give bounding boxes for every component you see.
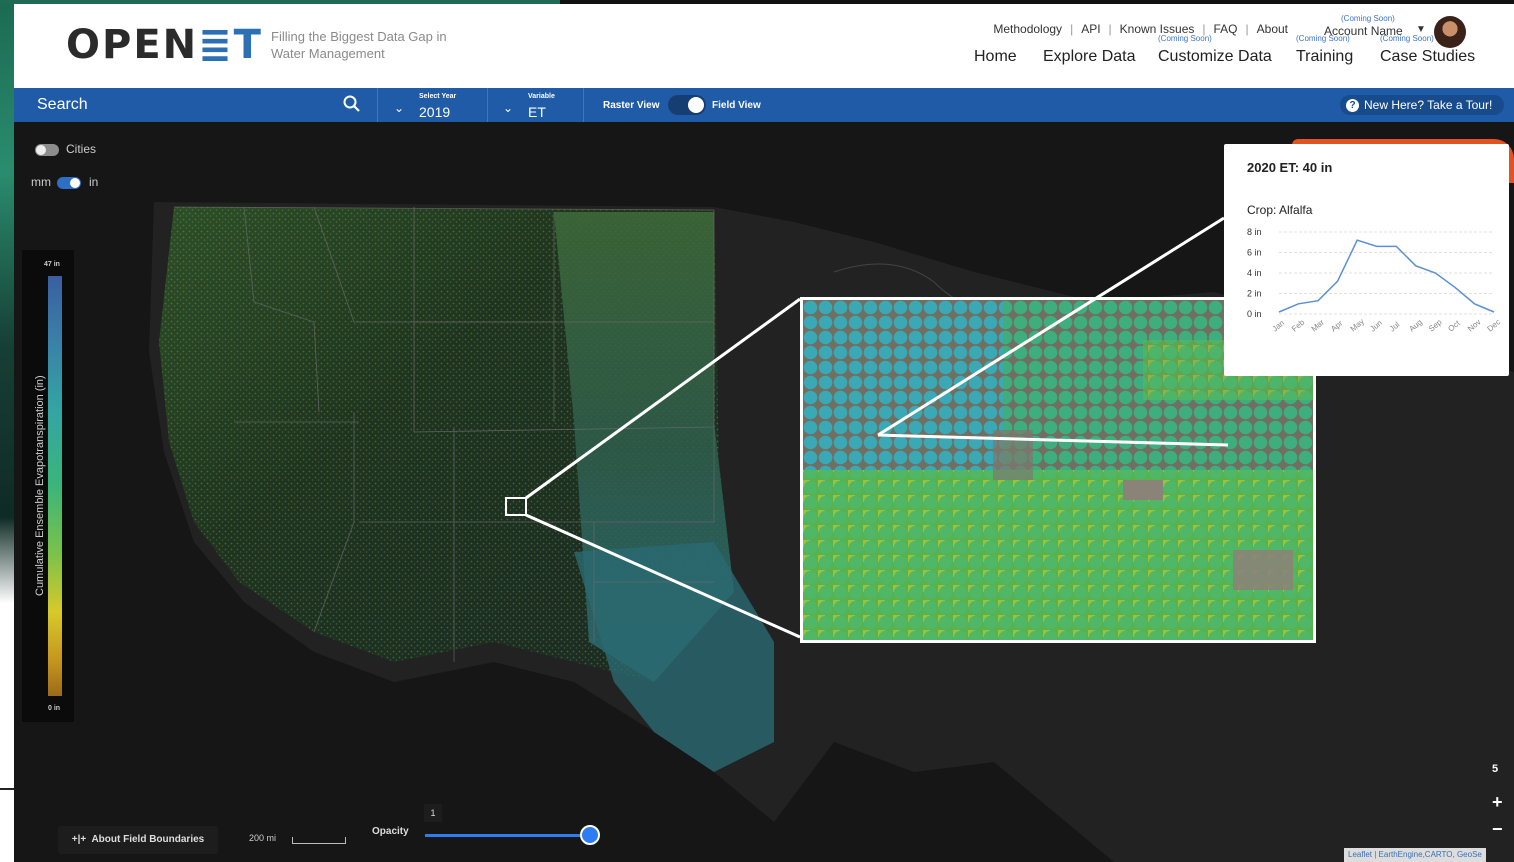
legend: 47 in 0 in Cumulative Ensemble Evapotran… bbox=[22, 250, 74, 722]
et-line-chart: 0 in2 in4 in6 in8 in Jan Feb Mar Apr May Jun J… bbox=[1247, 227, 1503, 334]
popup-crop: Crop: Alfalfa bbox=[1247, 203, 1313, 217]
top-link-methodology[interactable]: Methodology bbox=[993, 22, 1062, 36]
nav-home[interactable]: Home bbox=[974, 48, 1017, 66]
y-tick-label: 6 in bbox=[1247, 248, 1262, 258]
map-attribution[interactable]: Leaflet | EarthEngine,CARTO, GeoSe bbox=[1344, 848, 1486, 862]
account-coming-soon: (Coming Soon) bbox=[1341, 14, 1395, 23]
scale-label: 200 mi bbox=[249, 833, 277, 843]
nav-label: Training bbox=[1296, 48, 1354, 65]
variable-value: ET bbox=[528, 104, 546, 120]
about-field-boundaries-button[interactable]: +|+ About Field Boundaries bbox=[58, 826, 218, 854]
nav-label: Case Studies bbox=[1380, 48, 1476, 65]
field-view-label[interactable]: Field View bbox=[712, 100, 761, 111]
y-axis: 0 in 2 in 4 in 6 in 8 in bbox=[1247, 227, 1262, 319]
scale-bar bbox=[292, 837, 346, 844]
x-tick-label: Apr bbox=[1329, 318, 1345, 333]
map-toolbar: Search ⌄ Select Year 2019 ⌄ Variable ET … bbox=[14, 88, 1514, 122]
top-link-about[interactable]: About bbox=[1257, 22, 1288, 36]
nav-label: Home bbox=[974, 48, 1017, 65]
y-tick-label: 2 in bbox=[1247, 289, 1262, 299]
legend-colorbar bbox=[48, 276, 62, 696]
top-links: Methodology | API | Known Issues | FAQ | Abo… bbox=[993, 22, 1288, 36]
background-strip bbox=[0, 0, 14, 862]
nav-label: Customize Data bbox=[1158, 48, 1272, 65]
nav-label: Explore Data bbox=[1043, 48, 1136, 65]
nav-customize-data[interactable]: (Coming Soon) Customize Data bbox=[1158, 34, 1272, 66]
series-line bbox=[1278, 239, 1495, 313]
divider bbox=[487, 88, 488, 122]
legend-min: 0 in bbox=[48, 705, 61, 712]
x-axis: Jan Feb Mar Apr May Jun Jul Aug Sep Oct Nov Dec bbox=[1271, 317, 1503, 334]
x-tick-label: Jun bbox=[1368, 318, 1384, 333]
top-link-api[interactable]: API bbox=[1081, 22, 1100, 36]
opacity-label: Opacity bbox=[372, 826, 409, 837]
opacity-slider-track[interactable] bbox=[425, 834, 591, 837]
site-header: OPEN≣T Filling the Biggest Data Gap in W… bbox=[14, 4, 1514, 88]
field-popup: 2020 ET: 40 in Crop: Alfalfa 0 in 2 in 4 i… bbox=[1224, 144, 1509, 376]
split-icon: +|+ bbox=[71, 834, 87, 845]
tour-button[interactable]: ? New Here? Take a Tour! bbox=[1340, 95, 1505, 115]
y-tick-label: 4 in bbox=[1247, 268, 1262, 278]
variable-caption: Variable bbox=[528, 93, 555, 100]
coming-soon-badge: (Coming Soon) bbox=[1380, 34, 1434, 43]
x-tick-label: Mar bbox=[1310, 318, 1327, 334]
cities-label: Cities bbox=[66, 142, 97, 156]
zoom-level: 5 bbox=[1492, 763, 1499, 775]
y-tick-label: 0 in bbox=[1247, 309, 1262, 319]
opacity-slider-handle[interactable] bbox=[580, 825, 600, 845]
view-toggle[interactable] bbox=[668, 95, 706, 115]
raster-view-label[interactable]: Raster View bbox=[603, 100, 660, 111]
x-tick-label: Feb bbox=[1290, 317, 1307, 333]
x-tick-label: Nov bbox=[1466, 317, 1483, 333]
legend-title: Cumulative Ensemble Evapotranspiration (… bbox=[34, 375, 46, 596]
avatar[interactable] bbox=[1434, 16, 1466, 48]
opacity-value: 1 bbox=[424, 804, 442, 822]
zoom-out-button[interactable]: − bbox=[1492, 819, 1503, 840]
x-tick-label: Dec bbox=[1486, 317, 1503, 333]
y-tick-label: 8 in bbox=[1247, 227, 1262, 237]
x-tick-label: May bbox=[1349, 317, 1366, 334]
help-icon: ? bbox=[1346, 98, 1359, 112]
divider bbox=[0, 788, 14, 790]
about-fields-label: About Field Boundaries bbox=[91, 834, 205, 845]
nav-training[interactable]: (Coming Soon) Training bbox=[1296, 34, 1354, 66]
chevron-down-icon: ⌄ bbox=[503, 101, 514, 115]
unit-in-label: in bbox=[89, 175, 99, 189]
x-tick-label: Jul bbox=[1388, 320, 1402, 334]
unit-mm-label: mm bbox=[31, 175, 51, 189]
year-value: 2019 bbox=[419, 104, 451, 120]
search-icon[interactable] bbox=[342, 94, 362, 114]
coming-soon-badge: (Coming Soon) bbox=[1158, 34, 1212, 43]
legend-max: 47 in bbox=[44, 261, 60, 268]
tagline: Filling the Biggest Data Gap in Water Ma… bbox=[271, 29, 447, 61]
tour-label: New Here? Take a Tour! bbox=[1364, 98, 1493, 112]
openet-logo[interactable]: OPEN≣T bbox=[66, 22, 263, 68]
x-tick-label: Sep bbox=[1427, 317, 1444, 333]
map-canvas[interactable]: 2020 ET: 40 in Crop: Alfalfa 0 in 2 in 4 i… bbox=[14, 122, 1514, 862]
search-label[interactable]: Search bbox=[37, 96, 88, 114]
nav-case-studies[interactable]: (Coming Soon) Case Studies bbox=[1380, 34, 1476, 66]
popup-title: 2020 ET: 40 in bbox=[1247, 160, 1333, 175]
chevron-down-icon: ⌄ bbox=[394, 101, 405, 115]
year-caption: Select Year bbox=[419, 93, 457, 100]
x-tick-label: Oct bbox=[1446, 318, 1462, 333]
unit-toggle[interactable] bbox=[57, 177, 81, 189]
zoom-in-button[interactable]: + bbox=[1492, 792, 1503, 813]
nav-explore-data[interactable]: Explore Data bbox=[1043, 48, 1136, 66]
top-link-faq[interactable]: FAQ bbox=[1214, 22, 1238, 36]
x-tick-label: Jan bbox=[1271, 318, 1287, 333]
divider bbox=[377, 88, 378, 122]
divider bbox=[583, 88, 584, 122]
x-tick-label: Aug bbox=[1407, 317, 1424, 333]
cities-toggle[interactable] bbox=[35, 144, 59, 156]
coming-soon-badge: (Coming Soon) bbox=[1296, 34, 1350, 43]
